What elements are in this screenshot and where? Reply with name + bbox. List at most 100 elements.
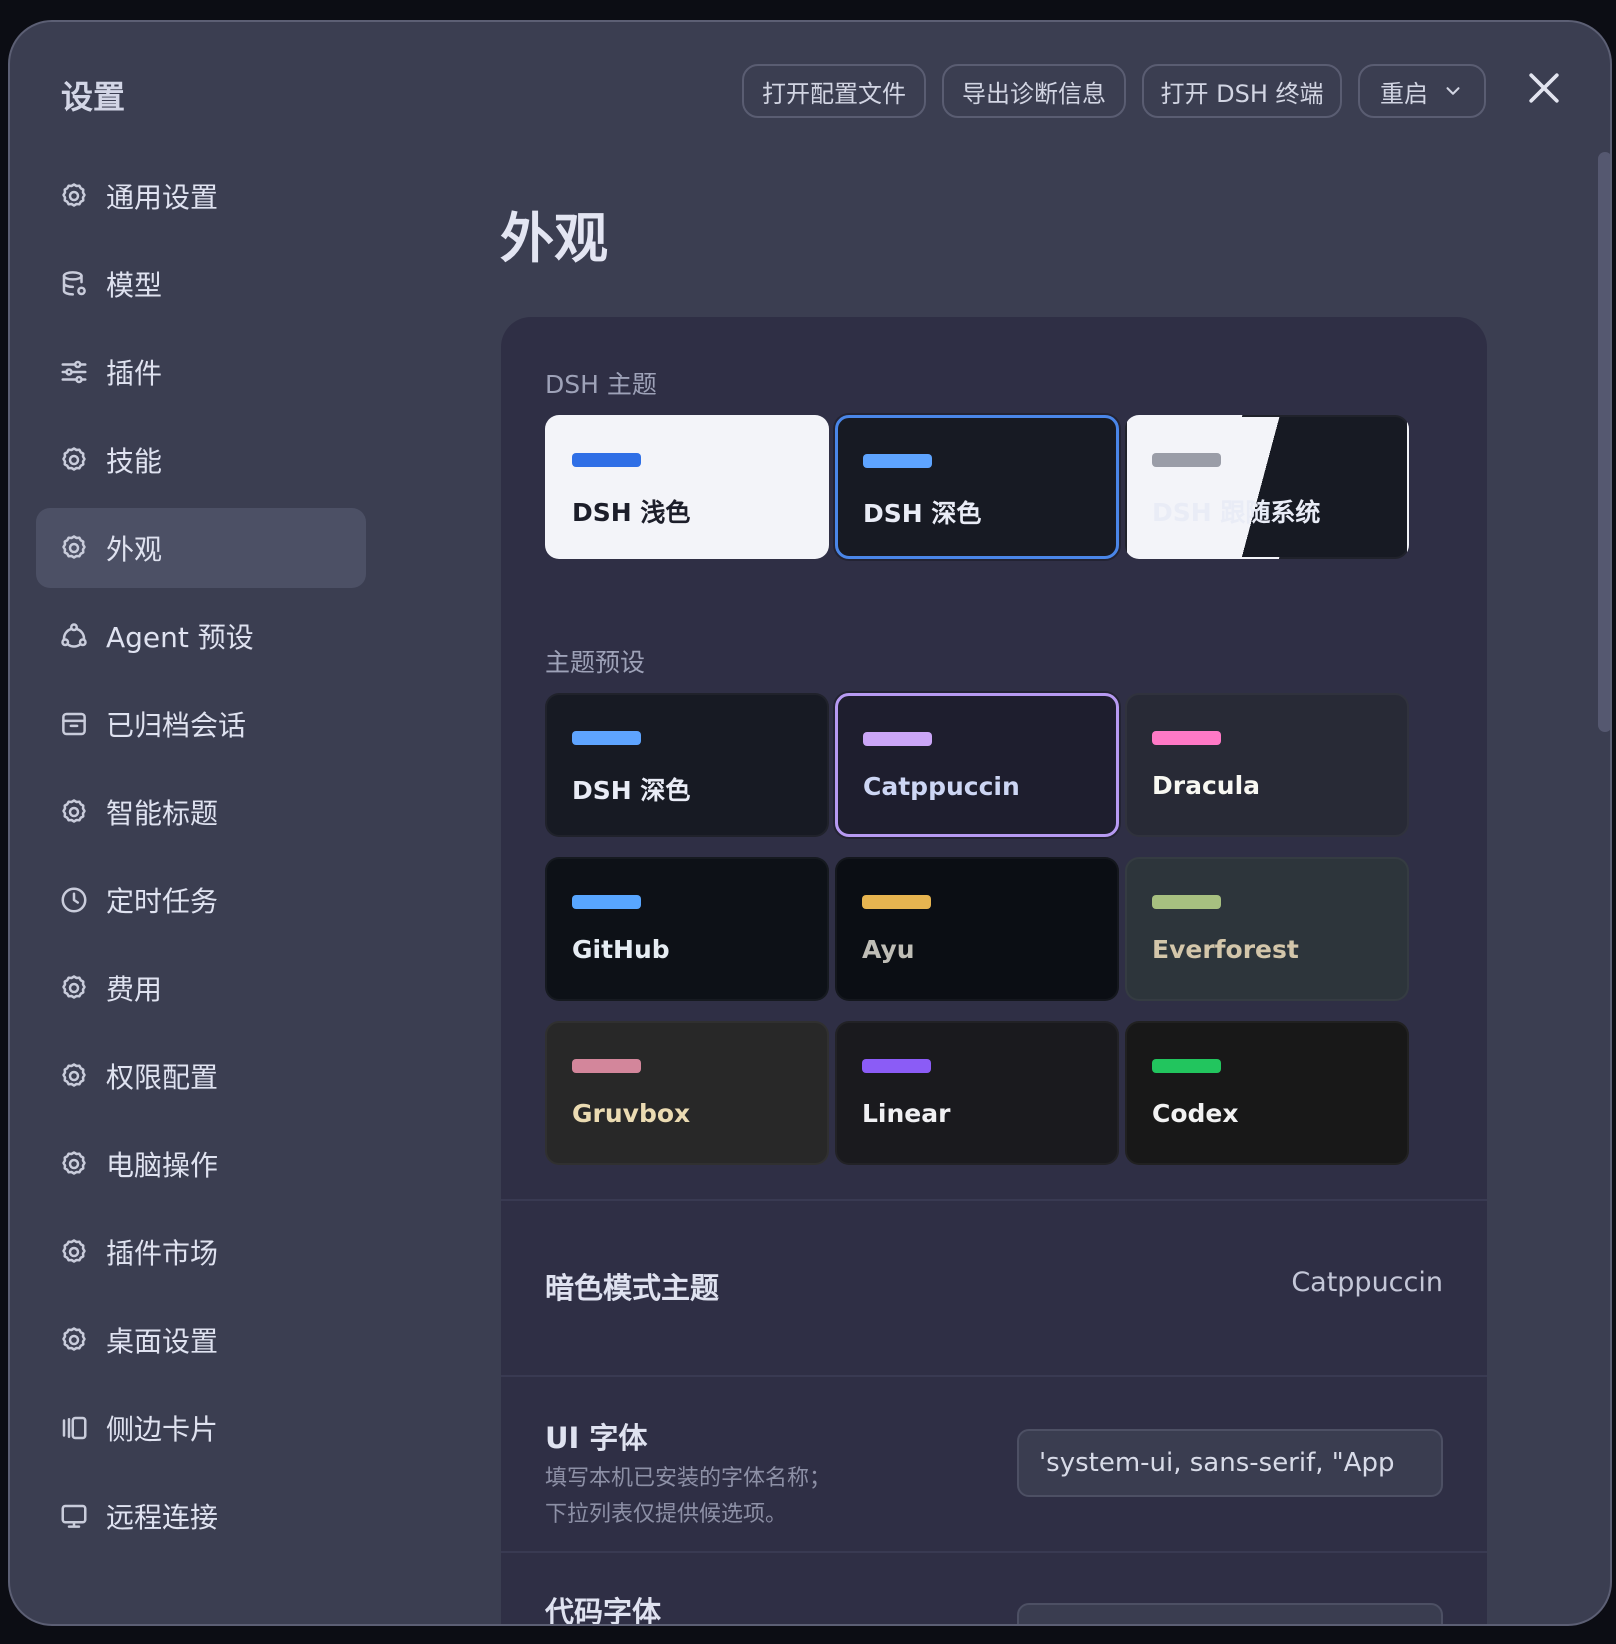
preset-theme-card-codex[interactable]: Codex xyxy=(1125,1021,1409,1165)
ui-font-description: 填写本机已安装的字体名称； 下拉列表仅提供候选项。 xyxy=(545,1461,831,1533)
preset-theme-card-github[interactable]: GitHub xyxy=(545,857,829,1001)
theme-color-swatch xyxy=(572,1059,641,1073)
theme-card-label: DSH 浅色 xyxy=(572,498,691,527)
theme-card-label: Catppuccin xyxy=(863,772,1020,801)
theme-color-swatch xyxy=(1152,1059,1221,1073)
open-config-button[interactable]: 打开配置文件 xyxy=(742,64,926,118)
theme-color-swatch xyxy=(1152,453,1221,467)
ui-font-label: UI 字体 xyxy=(545,1421,648,1455)
theme-card-label: DSH 深色 xyxy=(863,499,982,528)
theme-card-label: Ayu xyxy=(862,935,915,964)
dsh-theme-card-2[interactable]: DSH 跟随系统 xyxy=(1125,415,1409,559)
restart-label: 重启 xyxy=(1380,79,1428,108)
sidebar-item-label: 费用 xyxy=(106,973,163,1006)
side-cards-icon xyxy=(58,1412,90,1444)
preset-theme-card-gruvbox[interactable]: Gruvbox xyxy=(545,1021,829,1165)
code-font-label: 代码字体 xyxy=(545,1595,662,1626)
dsh-theme-section-label: DSH 主题 xyxy=(545,370,657,399)
sidebar-item-archived-sessions[interactable]: 已归档会话 xyxy=(36,684,366,764)
sidebar-item-permissions[interactable]: 权限配置 xyxy=(36,1036,366,1116)
theme-card-label: GitHub xyxy=(572,935,670,964)
sidebar-item-label: 外观 xyxy=(106,533,163,566)
gear-icon xyxy=(58,972,90,1004)
gear-icon xyxy=(58,796,90,828)
sidebar-item-label: 通用设置 xyxy=(106,181,219,214)
dsh-theme-card-0[interactable]: DSH 浅色 xyxy=(545,415,829,559)
export-diagnostics-button[interactable]: 导出诊断信息 xyxy=(942,64,1126,118)
gear-icon xyxy=(58,1324,90,1356)
sidebar: 通用设置 模型 插件 技能 外观 Agent 预设 已归档会话 智能标题 定时任… xyxy=(36,156,366,1564)
gear-icon xyxy=(58,1060,90,1092)
preset-theme-card-dracula[interactable]: Dracula xyxy=(1125,693,1409,837)
sidebar-item-label: 智能标题 xyxy=(106,797,219,830)
sidebar-item-desktop-settings[interactable]: 桌面设置 xyxy=(36,1300,366,1380)
gear-icon xyxy=(58,532,90,564)
theme-color-swatch xyxy=(572,453,641,467)
clock-icon xyxy=(58,884,90,916)
divider xyxy=(501,1375,1487,1377)
sidebar-item-skills[interactable]: 技能 xyxy=(36,420,366,500)
sidebar-item-label: 插件市场 xyxy=(106,1237,219,1270)
sidebar-item-label: 模型 xyxy=(106,269,163,302)
sidebar-item-label: Agent 预设 xyxy=(106,621,254,654)
sidebar-item-general[interactable]: 通用设置 xyxy=(36,156,366,236)
sidebar-item-label: 权限配置 xyxy=(106,1061,219,1094)
sidebar-item-smart-titles[interactable]: 智能标题 xyxy=(36,772,366,852)
theme-color-swatch xyxy=(863,732,932,746)
gear-icon xyxy=(58,1148,90,1180)
sidebar-item-label: 桌面设置 xyxy=(106,1325,219,1358)
theme-card-label: Gruvbox xyxy=(572,1099,691,1128)
dsh-theme-card-1[interactable]: DSH 深色 xyxy=(835,415,1119,559)
theme-color-swatch xyxy=(1152,731,1221,745)
sliders-icon xyxy=(58,356,90,388)
sidebar-item-label: 插件 xyxy=(106,357,163,390)
appearance-panel: DSH 主题 DSH 浅色 DSH 深色 DSH 跟随系统 主题预设 DSH 深… xyxy=(501,317,1487,1626)
page-title: 外观 xyxy=(500,207,608,270)
sidebar-item-agent-presets[interactable]: Agent 预设 xyxy=(36,596,366,676)
close-icon[interactable] xyxy=(1522,66,1566,110)
settings-title: 设置 xyxy=(61,78,126,116)
sidebar-item-side-cards[interactable]: 侧边卡片 xyxy=(36,1388,366,1468)
sidebar-item-plugin-market[interactable]: 插件市场 xyxy=(36,1212,366,1292)
theme-card-label: Codex xyxy=(1152,1099,1239,1128)
database-icon xyxy=(58,268,90,300)
sidebar-item-remote-connection[interactable]: 远程连接 xyxy=(36,1476,366,1556)
sidebar-item-appearance[interactable]: 外观 xyxy=(36,508,366,588)
preset-theme-card-dsh-深色[interactable]: DSH 深色 xyxy=(545,693,829,837)
theme-card-label: Linear xyxy=(862,1099,951,1128)
open-terminal-button[interactable]: 打开 DSH 终端 xyxy=(1142,64,1342,118)
theme-card-label: Everforest xyxy=(1152,935,1299,964)
theme-color-swatch xyxy=(572,895,641,909)
preset-theme-card-ayu[interactable]: Ayu xyxy=(835,857,1119,1001)
settings-window: 设置 打开配置文件 导出诊断信息 打开 DSH 终端 重启 通用设置 模型 插件… xyxy=(8,20,1612,1626)
monitor-icon xyxy=(58,1500,90,1532)
dark-mode-theme-value[interactable]: Catppuccin xyxy=(1291,1267,1443,1298)
gear-icon xyxy=(58,180,90,212)
ui-font-description-line2: 下拉列表仅提供候选项。 xyxy=(545,1502,788,1527)
ui-font-input[interactable] xyxy=(1017,1429,1443,1497)
restart-button[interactable]: 重启 xyxy=(1358,64,1486,118)
theme-color-swatch xyxy=(862,895,931,909)
theme-color-swatch xyxy=(862,1059,931,1073)
sidebar-item-label: 技能 xyxy=(106,445,163,478)
archive-icon xyxy=(58,708,90,740)
ui-font-description-line1: 填写本机已安装的字体名称； xyxy=(545,1466,832,1491)
sidebar-item-costs[interactable]: 费用 xyxy=(36,948,366,1028)
sidebar-item-computer-use[interactable]: 电脑操作 xyxy=(36,1124,366,1204)
theme-card-label: DSH 跟随系统 xyxy=(1152,498,1321,527)
sidebar-item-label: 侧边卡片 xyxy=(106,1413,219,1446)
code-font-input[interactable] xyxy=(1017,1603,1443,1624)
preset-section-label: 主题预设 xyxy=(545,648,646,677)
preset-theme-card-linear[interactable]: Linear xyxy=(835,1021,1119,1165)
sidebar-item-label: 电脑操作 xyxy=(106,1149,219,1182)
theme-card-label: Dracula xyxy=(1152,771,1261,800)
sidebar-item-scheduled-tasks[interactable]: 定时任务 xyxy=(36,860,366,940)
preset-theme-card-everforest[interactable]: Everforest xyxy=(1125,857,1409,1001)
sidebar-item-plugins[interactable]: 插件 xyxy=(36,332,366,412)
theme-color-swatch xyxy=(572,731,641,745)
sidebar-item-models[interactable]: 模型 xyxy=(36,244,366,324)
sidebar-item-label: 定时任务 xyxy=(106,885,219,918)
gear-icon xyxy=(58,444,90,476)
preset-theme-card-catppuccin[interactable]: Catppuccin xyxy=(835,693,1119,837)
scrollbar[interactable] xyxy=(1598,152,1610,732)
